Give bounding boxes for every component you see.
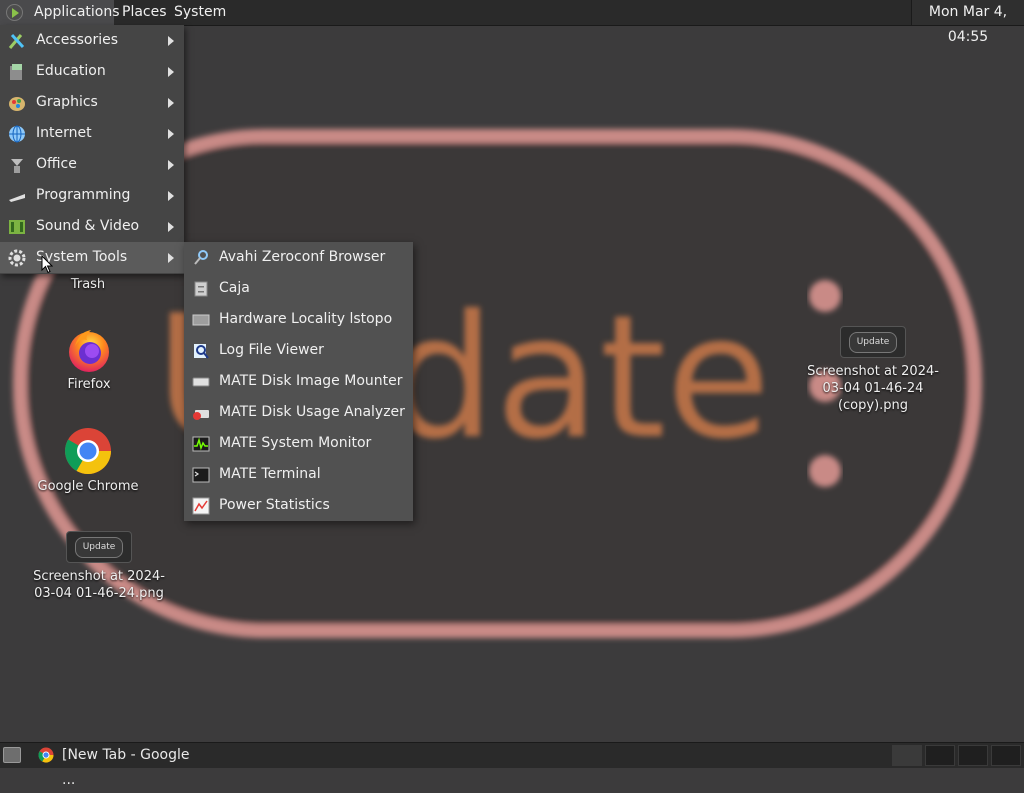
submenu-item-label: MATE Terminal [219, 466, 321, 482]
screenshot-label-line1: Screenshot at 2024- [33, 569, 165, 584]
submenu-item-label: MATE System Monitor [219, 435, 372, 451]
submenu-item-label: Log File Viewer [219, 342, 324, 358]
submenu-arrow-icon [168, 222, 174, 232]
workspace-4[interactable] [991, 745, 1021, 766]
avahi-icon [194, 250, 208, 265]
disk-mounter-icon [192, 377, 210, 387]
trash-desktop-icon[interactable]: Trash [48, 276, 128, 293]
hardware-icon [192, 314, 210, 326]
chrome-icon [65, 428, 111, 474]
top-panel: Applications Places System Mon Mar 4, 04… [0, 0, 1024, 45]
applications-menu-button[interactable]: Applications [0, 0, 120, 25]
terminal-icon [192, 467, 210, 483]
bottom-panel: [New Tab - Google ... [0, 742, 1024, 788]
office-icon [11, 159, 23, 173]
menu-item-label: Sound & Video [36, 218, 140, 234]
submenu-item-label: MATE Disk Usage Analyzer [219, 404, 405, 420]
applications-menu: Accessories Education Graphics Internet … [0, 25, 184, 274]
log-viewer-icon [194, 344, 209, 359]
submenu-arrow-icon [168, 67, 174, 77]
submenu-arrow-icon [168, 98, 174, 108]
firefox-desktop-icon[interactable]: Firefox [39, 326, 139, 393]
internet-icon [9, 125, 25, 143]
taskbar-window-chrome[interactable]: [New Tab - Google ... [34, 743, 204, 788]
submenu-item-label: Hardware Locality lstopo [219, 311, 393, 327]
trash-label: Trash [70, 277, 106, 292]
menu-item-sound-video[interactable]: Sound & Video [0, 211, 184, 242]
taskbar-window-title: [New Tab - Google ... [62, 747, 190, 788]
sound-video-icon [9, 220, 25, 234]
submenu-arrow-icon [168, 36, 174, 46]
screenshot-copy-thumbnail: Update [840, 326, 906, 358]
thumbnail-update-pill: Update [848, 331, 898, 353]
menu-item-label: Education [36, 63, 106, 79]
system-monitor-icon [192, 436, 210, 452]
firefox-label: Firefox [67, 377, 111, 392]
screenshot-file-icon[interactable]: Update Screenshot at 2024- 03-04 01-46-2… [28, 531, 170, 602]
submenu-item-label: MATE Disk Image Mounter [219, 373, 403, 389]
submenu-item-disk-usage[interactable]: MATE Disk Usage Analyzer [184, 397, 413, 428]
menu-item-label: Programming [36, 187, 131, 203]
submenu-item-label: Avahi Zeroconf Browser [219, 249, 386, 265]
submenu-item-avahi[interactable]: Avahi Zeroconf Browser [184, 242, 413, 273]
file-manager-icon [194, 281, 208, 297]
education-icon [10, 64, 22, 80]
submenu-arrow-icon [168, 160, 174, 170]
menu-item-label: Office [36, 156, 77, 172]
system-tools-icon [8, 249, 26, 267]
power-stats-icon [192, 497, 210, 515]
graphics-icon [9, 97, 25, 111]
mouse-cursor-icon [41, 255, 53, 274]
screenshot-copy-label-line2: 03-04 01-46-24 [822, 381, 924, 396]
menu-item-system-tools[interactable]: System Tools [0, 242, 184, 273]
screenshot-thumbnail: Update [66, 531, 132, 563]
workspace-switcher[interactable] [892, 743, 1024, 768]
menu-item-internet[interactable]: Internet [0, 118, 184, 149]
chrome-desktop-icon[interactable]: Google Chrome [28, 426, 148, 495]
workspace-1[interactable] [892, 745, 922, 766]
chrome-label: Google Chrome [37, 479, 139, 494]
system-tools-submenu: Avahi Zeroconf Browser Caja Hardware Loc… [184, 242, 413, 521]
submenu-item-caja[interactable]: Caja [184, 273, 413, 304]
submenu-item-log-viewer[interactable]: Log File Viewer [184, 335, 413, 366]
submenu-item-label: Power Statistics [219, 497, 330, 513]
workspace-3[interactable] [958, 745, 988, 766]
places-menu-button[interactable]: Places [122, 0, 167, 25]
screenshot-copy-file-icon[interactable]: Update Screenshot at 2024- 03-04 01-46-2… [802, 326, 944, 414]
menu-item-label: Graphics [36, 94, 98, 110]
menu-item-accessories[interactable]: Accessories [0, 25, 184, 56]
screenshot-copy-label-line1: Screenshot at 2024- [807, 364, 939, 379]
submenu-item-terminal[interactable]: MATE Terminal [184, 459, 413, 490]
submenu-item-lstopo[interactable]: Hardware Locality lstopo [184, 304, 413, 335]
screenshot-label-line2: 03-04 01-46-24.png [34, 586, 164, 601]
menu-item-label: Accessories [36, 32, 119, 48]
menu-item-education[interactable]: Education [0, 56, 184, 87]
submenu-arrow-icon [168, 253, 174, 263]
menu-item-label: Internet [36, 125, 92, 141]
mate-logo-icon [6, 4, 23, 21]
submenu-item-disk-mounter[interactable]: MATE Disk Image Mounter [184, 366, 413, 397]
accessories-icon [8, 33, 25, 49]
screenshot-copy-label-line3: (copy).png [837, 398, 909, 413]
firefox-icon [69, 330, 109, 372]
menu-item-office[interactable]: Office [0, 149, 184, 180]
thumbnail-update-pill: Update [74, 536, 124, 558]
submenu-item-system-monitor[interactable]: MATE System Monitor [184, 428, 413, 459]
submenu-arrow-icon [168, 129, 174, 139]
menu-item-graphics[interactable]: Graphics [0, 87, 184, 118]
workspace-2[interactable] [925, 745, 955, 766]
submenu-item-label: Caja [219, 280, 250, 296]
system-menu-button[interactable]: System [174, 0, 226, 25]
disk-usage-icon [193, 410, 209, 420]
clock[interactable]: Mon Mar 4, 04:55 [911, 0, 1024, 45]
chrome-icon [38, 747, 54, 763]
submenu-item-power-statistics[interactable]: Power Statistics [184, 490, 413, 521]
programming-icon [9, 194, 25, 202]
submenu-arrow-icon [168, 191, 174, 201]
menu-item-programming[interactable]: Programming [0, 180, 184, 211]
applications-label: Applications [34, 4, 120, 20]
show-desktop-button[interactable] [3, 747, 21, 763]
